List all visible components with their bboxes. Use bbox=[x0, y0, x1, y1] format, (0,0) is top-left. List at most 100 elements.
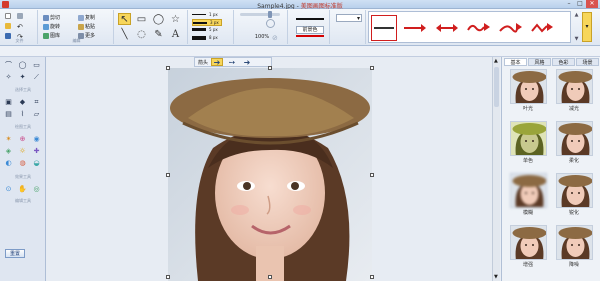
opacity-slider-thumb[interactable] bbox=[268, 11, 272, 18]
smudge-icon[interactable]: ◒ bbox=[31, 158, 42, 168]
effect-thumb[interactable]: 单色 bbox=[508, 121, 548, 167]
hand-icon[interactable]: ✋ bbox=[17, 184, 28, 194]
brightness-icon[interactable]: ☼ bbox=[17, 146, 28, 156]
select-tools: ⌒ ◯ ▭ ✧ ✦ ⟋ bbox=[3, 60, 43, 82]
draw-tools: ▣ ◆ ⌗ ▤ ⌇ ▱ bbox=[3, 97, 43, 119]
arrow-style-plain[interactable] bbox=[371, 15, 397, 41]
view-icon[interactable]: ◎ bbox=[31, 184, 42, 194]
resize-handle-top-left[interactable] bbox=[166, 66, 170, 70]
ellipse-icon[interactable]: ◯ bbox=[152, 13, 165, 25]
canvas-scrollbar[interactable]: ▲ ▼ bbox=[492, 57, 500, 281]
line-icon[interactable]: ╲ bbox=[118, 28, 131, 40]
scroll-up-icon[interactable]: ▲ bbox=[575, 12, 579, 18]
resize-handle-bottom[interactable] bbox=[268, 275, 272, 279]
eraser-tool-icon[interactable]: ▱ bbox=[31, 109, 42, 119]
resize-handle-bottom-right[interactable] bbox=[370, 275, 374, 279]
tab-color[interactable]: 色彩 bbox=[552, 58, 575, 66]
tab-scene[interactable]: 场景 bbox=[576, 58, 599, 66]
arrow-style-zigzag[interactable] bbox=[530, 15, 556, 41]
tab-basic[interactable]: 基本 bbox=[504, 58, 527, 66]
gallery-scroll[interactable]: ▲ ▼ bbox=[573, 12, 580, 42]
copy-button[interactable]: 复制 bbox=[78, 14, 95, 21]
bucket-icon[interactable]: ◆ bbox=[17, 97, 28, 107]
ellipse-select-icon[interactable]: ◯ bbox=[17, 60, 28, 70]
arrow-thin-option[interactable]: ➙ bbox=[226, 58, 238, 67]
effect-thumb[interactable]: 锐化 bbox=[554, 173, 594, 219]
arrow-style-double[interactable] bbox=[434, 15, 460, 41]
effect-preview-image bbox=[555, 121, 593, 156]
line-style-dropdown[interactable]: ▾ bbox=[336, 14, 362, 22]
print-button[interactable] bbox=[17, 13, 23, 19]
size-option-3px[interactable]: 3 px bbox=[192, 19, 222, 26]
scroll-down-arrow-icon[interactable]: ▼ bbox=[494, 274, 498, 280]
opacity-dial-icon[interactable] bbox=[266, 19, 275, 28]
new-file-button[interactable] bbox=[5, 13, 11, 19]
lasso-icon[interactable]: ◌ bbox=[135, 28, 148, 40]
minimize-button[interactable]: – bbox=[564, 0, 574, 8]
red-eye-icon[interactable]: ◍ bbox=[17, 158, 28, 168]
resize-handle-left[interactable] bbox=[166, 173, 170, 177]
open-file-button[interactable] bbox=[5, 23, 11, 29]
undo-button[interactable]: ↶ bbox=[17, 23, 23, 31]
magic-wand-icon[interactable]: ✧ bbox=[3, 72, 14, 82]
blur-icon[interactable]: ◉ bbox=[31, 134, 42, 144]
maximize-button[interactable]: □ bbox=[575, 0, 585, 8]
size-option-5px[interactable]: 5 px bbox=[192, 27, 218, 32]
rectangle-icon[interactable]: ▭ bbox=[135, 13, 148, 25]
arrow-style-right[interactable] bbox=[402, 15, 428, 41]
ribbon-footer-strip bbox=[0, 46, 600, 57]
tab-style[interactable]: 风格 bbox=[528, 58, 551, 66]
rect-select-icon[interactable]: ▭ bbox=[31, 60, 42, 70]
resize-handle-bottom-left[interactable] bbox=[166, 275, 170, 279]
stamp-icon[interactable]: ▤ bbox=[3, 109, 14, 119]
crop-icon[interactable]: ⌗ bbox=[31, 97, 42, 107]
color-name: 前景色 bbox=[302, 27, 318, 33]
gallery-expand-button[interactable]: ▾ bbox=[582, 12, 592, 42]
magnify-icon[interactable]: ⊕ bbox=[17, 134, 28, 144]
size-label-5: 5 px bbox=[209, 27, 218, 32]
resize-handle-top[interactable] bbox=[268, 66, 272, 70]
line-5px bbox=[192, 28, 206, 31]
arrow-style-curve[interactable] bbox=[498, 15, 524, 41]
color-pick-icon[interactable]: ◐ bbox=[3, 158, 14, 168]
opacity-slider[interactable] bbox=[240, 11, 280, 18]
arrow-style-wave[interactable] bbox=[466, 15, 492, 41]
heal-icon[interactable]: ✚ bbox=[31, 146, 42, 156]
pen-icon[interactable]: ✎ bbox=[152, 28, 165, 40]
color-picker-button[interactable]: 前景色 bbox=[296, 26, 324, 34]
text-icon[interactable]: A bbox=[169, 28, 182, 40]
effect-thumb[interactable]: 增强 bbox=[508, 225, 548, 271]
close-button[interactable]: ✕ bbox=[586, 0, 598, 8]
sparkle-icon[interactable]: ✶ bbox=[3, 134, 14, 144]
zoom-icon[interactable]: ⊙ bbox=[3, 184, 14, 194]
edit-tools: ⊙ ✋ ◎ bbox=[3, 184, 43, 194]
fill-icon[interactable]: ▣ bbox=[3, 97, 14, 107]
cut-button[interactable]: 剪切 bbox=[43, 14, 60, 21]
scroll-down-icon[interactable]: ▼ bbox=[575, 36, 579, 42]
paste-button[interactable]: 粘贴 bbox=[78, 23, 95, 30]
select-arrow-icon[interactable]: ↖ bbox=[118, 13, 131, 25]
star-icon[interactable]: ☆ bbox=[169, 13, 182, 25]
wand-icon[interactable]: ⟋ bbox=[31, 72, 42, 82]
rotate-button[interactable]: 旋转 bbox=[43, 23, 60, 30]
eraser-icon[interactable]: ⊘ bbox=[272, 34, 282, 42]
sharpen-icon[interactable]: ◈ bbox=[3, 146, 14, 156]
brush-select-icon[interactable]: ✦ bbox=[17, 72, 28, 82]
edited-photo[interactable] bbox=[168, 68, 372, 281]
effect-thumb[interactable]: 模糊 bbox=[508, 173, 548, 219]
reset-button[interactable]: 重置 bbox=[5, 249, 25, 258]
resize-handle-top-right[interactable] bbox=[370, 66, 374, 70]
effect-thumb[interactable]: 柔化 bbox=[554, 121, 594, 167]
resize-handle-right[interactable] bbox=[370, 173, 374, 177]
dropper-icon[interactable]: ⌇ bbox=[17, 109, 28, 119]
size-option-1px[interactable]: 1 px bbox=[192, 12, 218, 17]
scroll-up-arrow-icon[interactable]: ▲ bbox=[494, 58, 498, 64]
effect-thumb[interactable]: 减光 bbox=[554, 69, 594, 115]
size-option-8px[interactable]: 8 px bbox=[192, 35, 218, 40]
lasso-select-icon[interactable]: ⌒ bbox=[3, 60, 14, 70]
effect-thumb[interactable]: 叶光 bbox=[508, 69, 548, 115]
arrow-bold-option[interactable]: ➜ bbox=[241, 58, 253, 67]
arrow-right-option[interactable]: ➔ bbox=[211, 58, 224, 67]
scrollbar-thumb[interactable] bbox=[494, 67, 499, 107]
effect-thumb[interactable]: 降噪 bbox=[554, 225, 594, 271]
